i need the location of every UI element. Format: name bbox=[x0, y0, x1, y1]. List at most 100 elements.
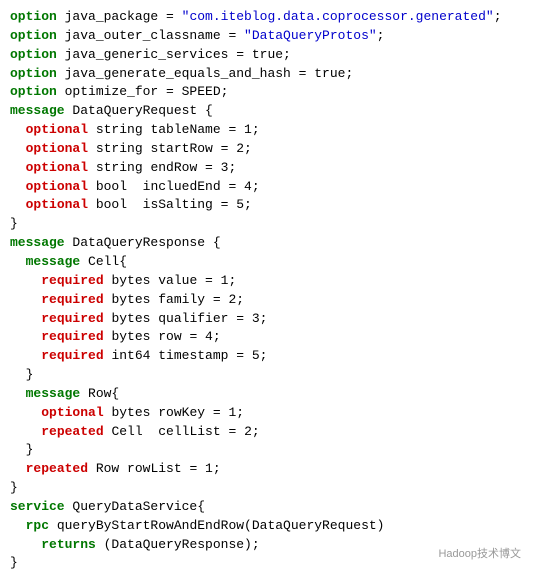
code-line: optional bool incluedEnd = 4; bbox=[10, 178, 531, 197]
code-token: } bbox=[10, 442, 33, 457]
code-token: returns bbox=[41, 537, 96, 552]
code-line: } bbox=[10, 215, 531, 234]
code-line: repeated Row rowList = 1; bbox=[10, 460, 531, 479]
code-token: java_generate_equals_and_hash = true; bbox=[57, 66, 353, 81]
code-token bbox=[10, 160, 26, 175]
code-line: option java_package = "com.iteblog.data.… bbox=[10, 8, 531, 27]
code-token: optional bbox=[26, 122, 88, 137]
code-token: string tableName = 1; bbox=[88, 122, 260, 137]
code-token: message bbox=[10, 235, 65, 250]
code-token: message bbox=[10, 103, 65, 118]
code-line: option java_generic_services = true; bbox=[10, 46, 531, 65]
code-line: option java_generate_equals_and_hash = t… bbox=[10, 65, 531, 84]
code-line: optional string startRow = 2; bbox=[10, 140, 531, 159]
code-token: } bbox=[10, 216, 18, 231]
code-token: service bbox=[10, 499, 65, 514]
code-token: "DataQueryProtos" bbox=[244, 28, 377, 43]
code-token: optimize_for = SPEED; bbox=[57, 84, 229, 99]
code-token: bytes value = 1; bbox=[104, 273, 237, 288]
code-token: } bbox=[10, 555, 18, 570]
code-token bbox=[10, 329, 41, 344]
code-line: message DataQueryRequest { bbox=[10, 102, 531, 121]
code-token bbox=[10, 179, 26, 194]
code-line: message Row{ bbox=[10, 385, 531, 404]
code-token: option bbox=[10, 84, 57, 99]
code-line: optional bytes rowKey = 1; bbox=[10, 404, 531, 423]
code-token: "com.iteblog.data.coprocessor.generated" bbox=[182, 9, 494, 24]
code-token bbox=[10, 348, 41, 363]
code-token: java_outer_classname = bbox=[57, 28, 244, 43]
code-token: bytes qualifier = 3; bbox=[104, 311, 268, 326]
code-token: (DataQueryResponse); bbox=[96, 537, 260, 552]
code-token: message bbox=[26, 254, 81, 269]
code-token: optional bbox=[26, 197, 88, 212]
code-token: optional bbox=[41, 405, 103, 420]
code-token: bytes rowKey = 1; bbox=[104, 405, 244, 420]
code-line: repeated Cell cellList = 2; bbox=[10, 423, 531, 442]
code-token: required bbox=[41, 311, 103, 326]
code-token: queryByStartRowAndEndRow(DataQueryReques… bbox=[49, 518, 384, 533]
code-token: bytes row = 4; bbox=[104, 329, 221, 344]
code-token: java_package = bbox=[57, 9, 182, 24]
code-line: optional string endRow = 3; bbox=[10, 159, 531, 178]
code-token bbox=[10, 518, 26, 533]
code-token: } bbox=[10, 367, 33, 382]
code-token: required bbox=[41, 348, 103, 363]
code-token: int64 timestamp = 5; bbox=[104, 348, 268, 363]
code-line: required bytes row = 4; bbox=[10, 328, 531, 347]
code-token bbox=[10, 292, 41, 307]
code-token bbox=[10, 273, 41, 288]
code-token: Cell cellList = 2; bbox=[104, 424, 260, 439]
code-token: option bbox=[10, 28, 57, 43]
code-token bbox=[10, 197, 26, 212]
code-token: java_generic_services = true; bbox=[57, 47, 291, 62]
code-token: bytes family = 2; bbox=[104, 292, 244, 307]
code-token: required bbox=[41, 329, 103, 344]
code-token: optional bbox=[26, 179, 88, 194]
code-token: bool isSalting = 5; bbox=[88, 197, 252, 212]
code-token: option bbox=[10, 47, 57, 62]
code-line: service QueryDataService{ bbox=[10, 498, 531, 517]
code-block: option java_package = "com.iteblog.data.… bbox=[10, 8, 531, 573]
code-token bbox=[10, 141, 26, 156]
code-line: } bbox=[10, 479, 531, 498]
code-token bbox=[10, 537, 41, 552]
code-token: Row rowList = 1; bbox=[88, 461, 221, 476]
code-token: required bbox=[41, 273, 103, 288]
code-token: QueryDataService{ bbox=[65, 499, 205, 514]
code-token: option bbox=[10, 9, 57, 24]
code-token: option bbox=[10, 66, 57, 81]
code-line: required bytes family = 2; bbox=[10, 291, 531, 310]
code-line: option optimize_for = SPEED; bbox=[10, 83, 531, 102]
code-line: required bytes qualifier = 3; bbox=[10, 310, 531, 329]
code-token: ; bbox=[377, 28, 385, 43]
code-token: required bbox=[41, 292, 103, 307]
code-line: optional bool isSalting = 5; bbox=[10, 196, 531, 215]
code-line: required bytes value = 1; bbox=[10, 272, 531, 291]
code-token: repeated bbox=[26, 461, 88, 476]
code-token bbox=[10, 424, 41, 439]
code-line: } bbox=[10, 366, 531, 385]
code-token: Row{ bbox=[80, 386, 119, 401]
code-token bbox=[10, 386, 26, 401]
code-token: string startRow = 2; bbox=[88, 141, 252, 156]
code-line: message Cell{ bbox=[10, 253, 531, 272]
code-token: ; bbox=[494, 9, 502, 24]
code-line: rpc queryByStartRowAndEndRow(DataQueryRe… bbox=[10, 517, 531, 536]
code-token: DataQueryRequest { bbox=[65, 103, 213, 118]
code-container: option java_package = "com.iteblog.data.… bbox=[10, 8, 531, 573]
code-token: optional bbox=[26, 160, 88, 175]
code-line: } bbox=[10, 441, 531, 460]
code-token bbox=[10, 122, 26, 137]
code-token: } bbox=[10, 480, 18, 495]
code-line: required int64 timestamp = 5; bbox=[10, 347, 531, 366]
code-token bbox=[10, 311, 41, 326]
code-line: message DataQueryResponse { bbox=[10, 234, 531, 253]
code-token bbox=[10, 405, 41, 420]
code-token: Cell{ bbox=[80, 254, 127, 269]
code-token: string endRow = 3; bbox=[88, 160, 236, 175]
code-token: message bbox=[26, 386, 81, 401]
code-line: option java_outer_classname = "DataQuery… bbox=[10, 27, 531, 46]
code-token bbox=[10, 254, 26, 269]
code-token: repeated bbox=[41, 424, 103, 439]
